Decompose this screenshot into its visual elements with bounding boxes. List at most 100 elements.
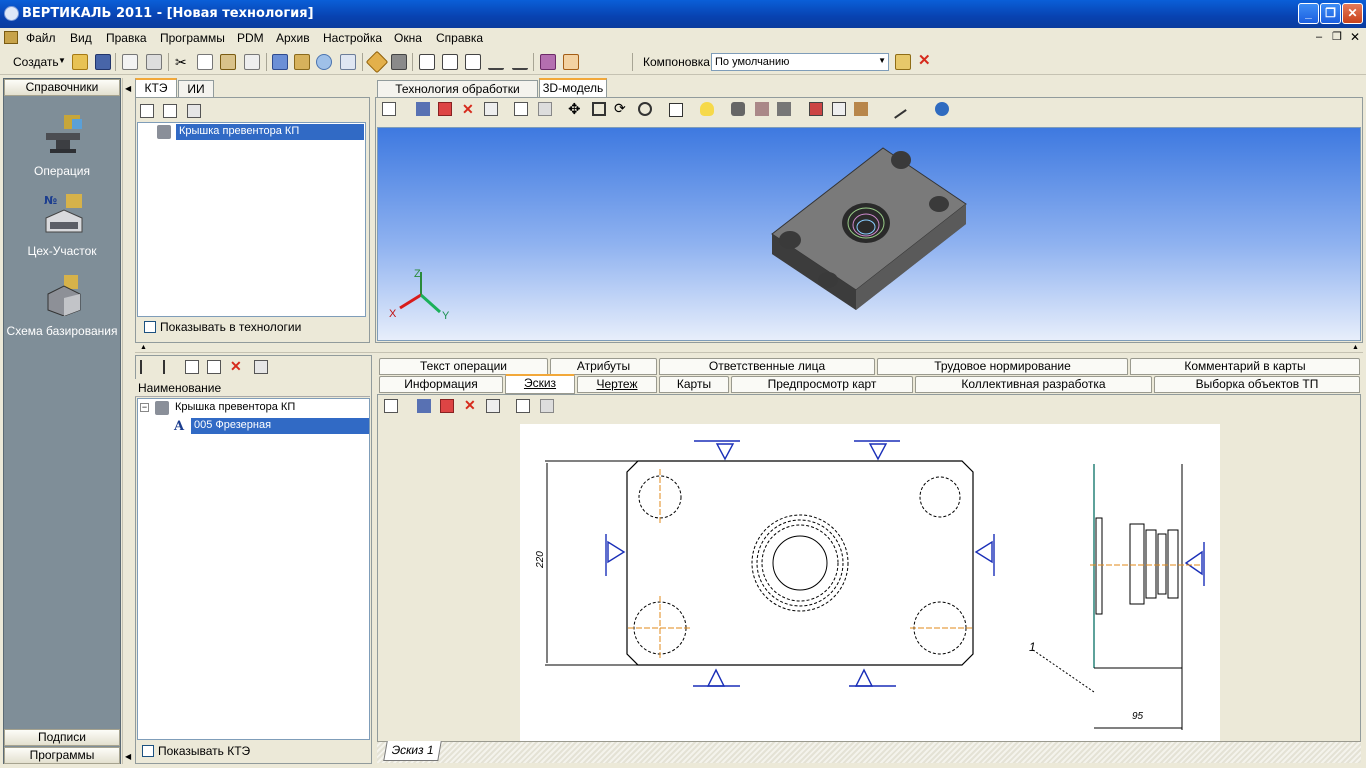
delete-layout-icon[interactable]: ✕ xyxy=(918,53,934,70)
move-down-icon[interactable] xyxy=(163,360,177,374)
cut-icon[interactable]: ✂ xyxy=(175,54,191,70)
show-kte-checkbox[interactable] xyxy=(142,745,154,757)
show-in-technology-checkbox[interactable] xyxy=(144,321,156,333)
edit-icon[interactable] xyxy=(438,102,452,116)
numbering-icon[interactable] xyxy=(122,54,138,70)
tile-horizontal-icon[interactable] xyxy=(442,54,458,70)
check-sketch-icon[interactable] xyxy=(486,399,500,413)
tab-information[interactable]: Информация xyxy=(379,376,503,393)
collapse-up-icon[interactable]: ▲ xyxy=(1352,344,1359,351)
tools-icon[interactable] xyxy=(854,102,868,116)
tree-select-icon[interactable] xyxy=(187,104,201,118)
copy-icon[interactable] xyxy=(514,102,528,116)
section-icon[interactable] xyxy=(832,102,846,116)
anvil-icon[interactable] xyxy=(42,111,86,155)
menu-windows[interactable]: Окна xyxy=(394,31,422,45)
refresh-icon[interactable] xyxy=(294,54,310,70)
menu-pdm[interactable]: PDM xyxy=(237,31,264,45)
horizontal-splitter[interactable]: ▲ ▲ xyxy=(135,344,1363,353)
cascade-icon[interactable] xyxy=(419,54,435,70)
light-icon[interactable] xyxy=(700,102,714,116)
nav-item-workshop[interactable]: Цех-Участок xyxy=(4,244,120,258)
tree-item-part[interactable]: Крышка превентора КП xyxy=(176,124,364,140)
measure-icon[interactable] xyxy=(887,99,907,119)
mdi-minimize-button[interactable]: – xyxy=(1316,31,1322,43)
tree-item-operation[interactable]: 005 Фрезерная xyxy=(191,418,369,434)
zoom-fit-icon[interactable] xyxy=(592,102,606,116)
tab-drawing[interactable]: Чертеж xyxy=(577,376,657,393)
open-icon[interactable] xyxy=(72,54,88,70)
windows-icon[interactable] xyxy=(340,54,356,70)
column-header[interactable]: Наименование xyxy=(135,379,370,397)
tab-sketch-1[interactable]: Эскиз 1 xyxy=(383,741,442,761)
tab-sketch[interactable]: Эскиз xyxy=(505,374,575,394)
paste-icon[interactable] xyxy=(538,102,552,116)
pan-icon[interactable]: ✥ xyxy=(568,100,582,118)
menu-archive[interactable]: Архив xyxy=(276,31,310,45)
restore-button[interactable]: ❐ xyxy=(1320,3,1341,24)
tab-object-selection[interactable]: Выборка объектов ТП xyxy=(1154,376,1360,393)
properties-icon[interactable] xyxy=(254,360,268,374)
import-icon[interactable] xyxy=(809,102,823,116)
menu-view[interactable]: Вид xyxy=(70,31,92,45)
menu-file[interactable]: Файл xyxy=(26,31,56,45)
minimize-button[interactable]: _ xyxy=(1298,3,1319,24)
menu-programs[interactable]: Программы xyxy=(160,31,225,45)
collapse-left-icon[interactable]: ◀ xyxy=(125,84,131,93)
delete-node-icon[interactable]: ✕ xyxy=(230,358,244,374)
programs-header[interactable]: Программы xyxy=(4,747,120,764)
create-button[interactable]: Создать xyxy=(13,55,59,69)
exit-icon[interactable] xyxy=(563,54,579,70)
tab-labor-rating[interactable]: Трудовое нормирование xyxy=(877,358,1128,375)
tab-operation-text[interactable]: Текст операции xyxy=(379,358,548,375)
paste-sketch-icon[interactable] xyxy=(540,399,554,413)
tab-comments[interactable]: Комментарий в карты xyxy=(1130,358,1360,375)
collapse-left-icon[interactable]: ◀ xyxy=(125,752,131,761)
nav-item-operation[interactable]: Операция xyxy=(4,164,120,178)
minimize-all-icon[interactable] xyxy=(512,54,528,70)
edit-sketch-icon[interactable] xyxy=(440,399,454,413)
globe-icon[interactable] xyxy=(316,54,332,70)
mdi-restore-button[interactable]: ❐ xyxy=(1332,30,1342,43)
edit-node-icon[interactable] xyxy=(207,360,221,374)
display-icon[interactable] xyxy=(669,103,683,117)
find-icon[interactable] xyxy=(244,54,260,70)
menu-help[interactable]: Справка xyxy=(436,31,483,45)
new-icon[interactable] xyxy=(382,102,396,116)
collapse-up-icon[interactable]: ▲ xyxy=(140,344,147,351)
move-up-icon[interactable] xyxy=(140,360,154,374)
tile-vertical-icon[interactable] xyxy=(465,54,481,70)
diamond-icon[interactable] xyxy=(365,50,389,74)
workshop-icon[interactable]: № xyxy=(42,192,86,236)
add-node-icon[interactable] xyxy=(185,360,199,374)
copy-sketch-icon[interactable] xyxy=(516,399,530,413)
tree-edit-icon[interactable] xyxy=(163,104,177,118)
new-sketch-icon[interactable] xyxy=(384,399,398,413)
copy-icon[interactable] xyxy=(197,54,213,70)
references-header[interactable]: Справочники xyxy=(4,79,120,96)
hand-icon[interactable] xyxy=(755,102,769,116)
collapse-node-icon[interactable]: − xyxy=(140,403,149,412)
tab-card-preview[interactable]: Предпросмотр карт xyxy=(731,376,913,393)
tab-cards[interactable]: Карты xyxy=(659,376,729,393)
menu-settings[interactable]: Настройка xyxy=(323,31,382,45)
rotate-icon[interactable]: ⟳ xyxy=(614,100,628,116)
save-sketch-icon[interactable] xyxy=(417,399,431,413)
tab-responsible[interactable]: Ответственные лица xyxy=(659,358,875,375)
arrange-icon[interactable] xyxy=(488,54,504,70)
delete-sketch-icon[interactable]: ✕ xyxy=(464,397,478,413)
sketch-canvas[interactable]: 220 95 1 xyxy=(520,424,1220,742)
layout-select[interactable]: По умолчанию ▼ xyxy=(711,53,889,71)
vertical-splitter[interactable]: ◀ ◀ xyxy=(122,78,132,764)
nav-item-basing-scheme[interactable]: Схема базирования xyxy=(4,324,120,338)
tab-kte[interactable]: КТЭ xyxy=(135,78,177,97)
tab-attributes[interactable]: Атрибуты xyxy=(550,358,657,375)
assembly-icon[interactable] xyxy=(777,102,791,116)
orientation-icon[interactable] xyxy=(935,102,949,116)
tab-collaboration[interactable]: Коллективная разработка xyxy=(915,376,1152,393)
close-button[interactable]: ✕ xyxy=(1342,3,1363,24)
fixture-icon[interactable] xyxy=(42,272,86,316)
menu-edit[interactable]: Правка xyxy=(106,31,147,45)
database-icon[interactable] xyxy=(391,54,407,70)
apply-layout-icon[interactable] xyxy=(895,54,911,70)
